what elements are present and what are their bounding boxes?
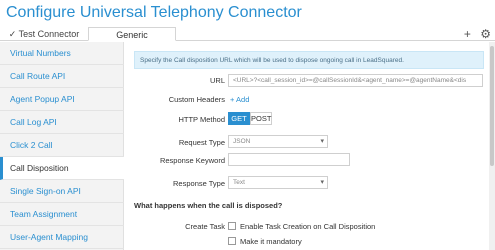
tab-test-connector[interactable]: ✓ Test Connector — [0, 27, 88, 41]
make-mandatory-label: Make it mandatory — [240, 237, 302, 246]
enable-task-checkbox[interactable] — [228, 222, 236, 230]
sidebar-item-call-disposition[interactable]: Call Disposition — [0, 157, 124, 180]
response-type-select[interactable]: Text ▾ — [228, 176, 328, 189]
sidebar-item-team-assignment[interactable]: Team Assignment — [0, 203, 124, 226]
tab-bar: ✓ Test Connector Generic + ⚙ — [0, 27, 495, 41]
sidebar-item-single-sign-on-api[interactable]: Single Sign-on API — [0, 180, 124, 203]
response-keyword-input[interactable] — [228, 153, 350, 166]
add-header-link[interactable]: + Add — [230, 95, 249, 104]
get-method-button[interactable]: GET — [228, 112, 250, 125]
gear-icon[interactable]: ⚙ — [480, 27, 491, 41]
scrollbar-thumb[interactable] — [490, 46, 494, 166]
url-label: URL — [209, 76, 225, 85]
post-method-button[interactable]: POST — [250, 112, 272, 125]
chevron-down-icon: ▾ — [320, 179, 324, 186]
http-method-label: HTTP Method — [178, 115, 225, 124]
sidebar-item-call-route-api[interactable]: Call Route API — [0, 65, 124, 88]
sidebar-item-click-2-call[interactable]: Click 2 Call — [0, 134, 124, 157]
chevron-down-icon: ▾ — [320, 138, 324, 145]
info-banner: Specify the Call disposition URL which w… — [134, 51, 484, 69]
window-title: Configure Universal Telephony Connector — [6, 4, 302, 21]
response-type-label: Response Type — [173, 179, 225, 188]
main-panel: Specify the Call disposition URL which w… — [124, 42, 495, 250]
sidebar-item-user-agent-mapping[interactable]: User-Agent Mapping — [0, 226, 124, 249]
dispose-section-heading: What happens when the call is disposed? — [134, 201, 283, 210]
tab-actions: + ⚙ — [458, 27, 491, 41]
add-icon[interactable]: + — [464, 27, 471, 41]
make-mandatory-checkbox[interactable] — [228, 237, 236, 245]
request-type-value: JSON — [233, 138, 251, 145]
custom-headers-label: Custom Headers — [168, 95, 225, 104]
enable-task-label: Enable Task Creation on Call Disposition — [240, 222, 376, 231]
response-keyword-label: Response Keyword — [159, 156, 225, 165]
sidebar-item-virtual-numbers[interactable]: Virtual Numbers — [0, 42, 124, 65]
request-type-label: Request Type — [178, 138, 225, 147]
create-task-label: Create Task — [185, 222, 225, 231]
tab-generic[interactable]: Generic — [88, 27, 176, 41]
sidebar-item-call-log-api[interactable]: Call Log API — [0, 111, 124, 134]
response-type-value: Text — [233, 179, 245, 186]
title-bar: Configure Universal Telephony Connector — [0, 0, 495, 28]
url-input[interactable]: <URL>?<call_session_id>=@callSessionId&<… — [228, 74, 483, 87]
request-type-select[interactable]: JSON ▾ — [228, 135, 328, 148]
sidebar: Virtual Numbers Call Route API Agent Pop… — [0, 42, 124, 250]
sidebar-item-agent-popup-api[interactable]: Agent Popup API — [0, 88, 124, 111]
